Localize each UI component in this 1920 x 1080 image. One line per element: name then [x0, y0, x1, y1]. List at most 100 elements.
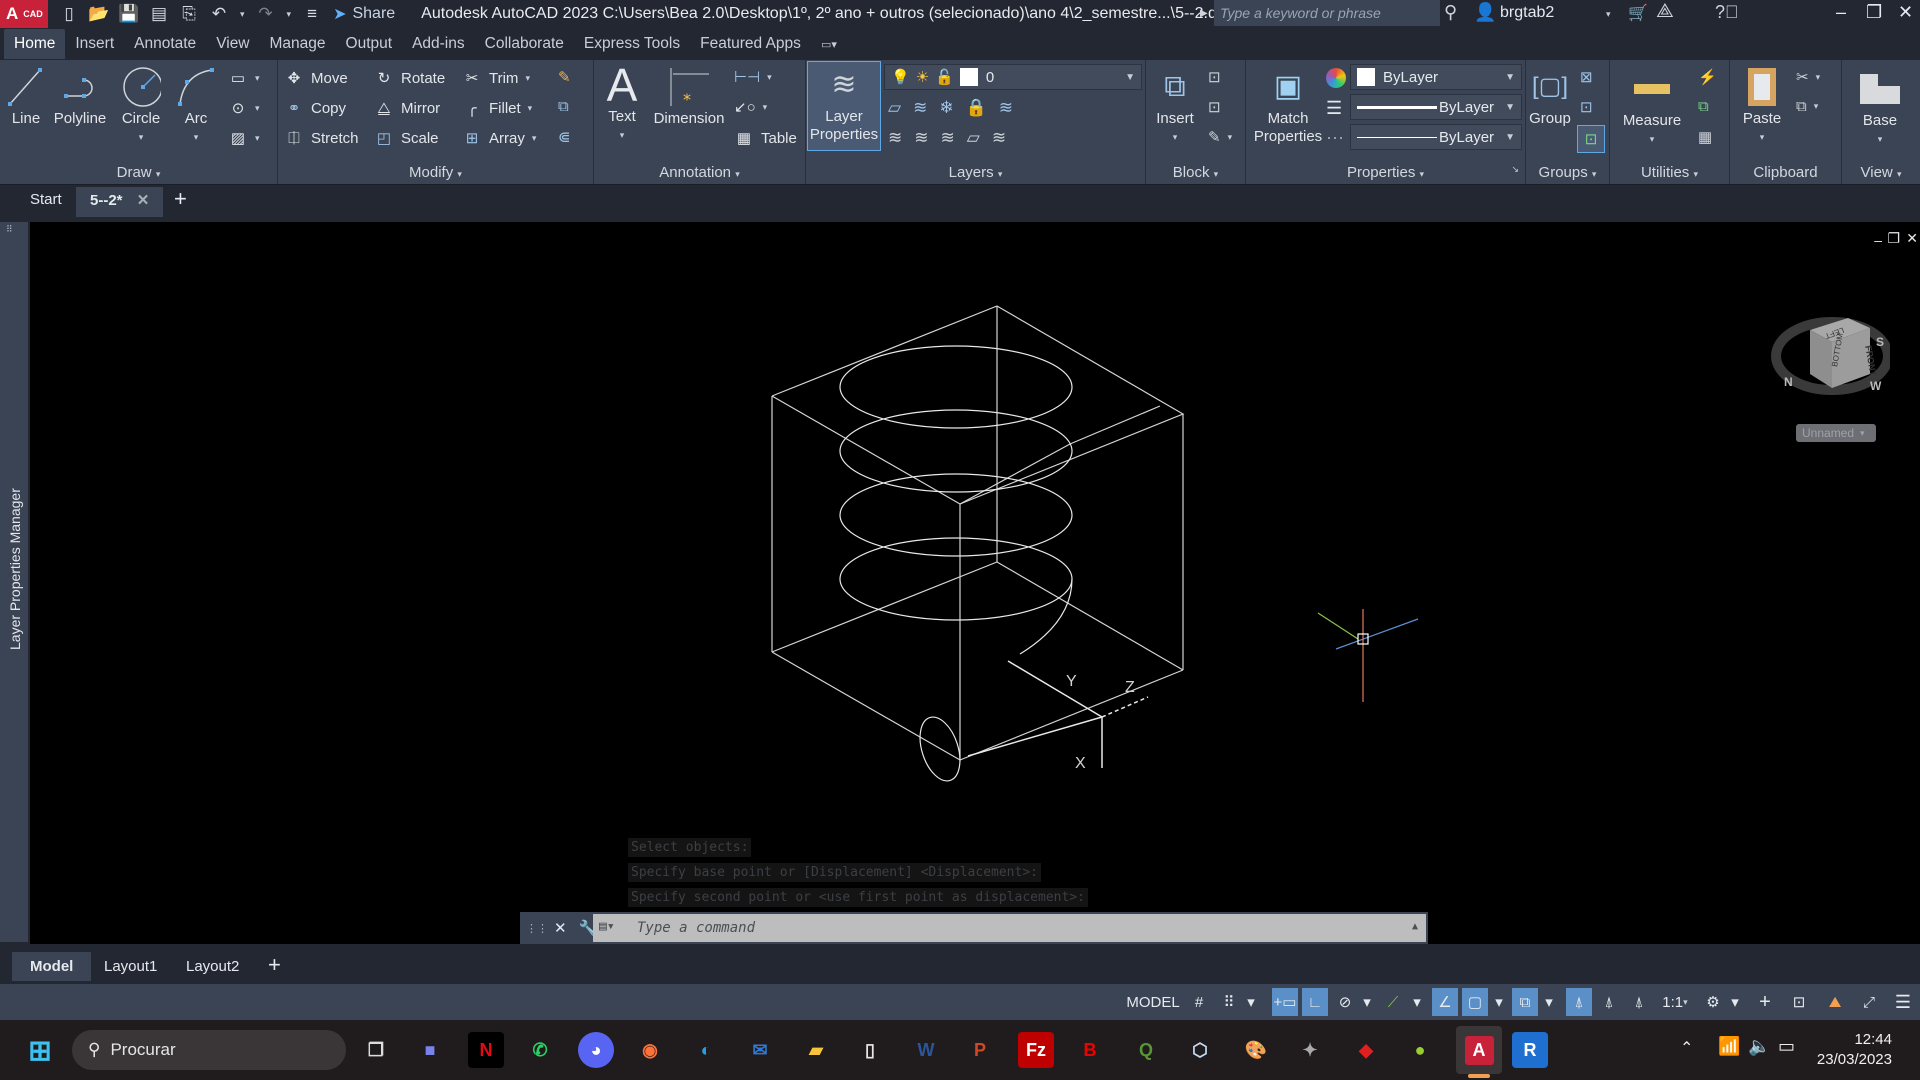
text-button[interactable]: A Text ▾ [602, 62, 642, 144]
tab-model[interactable]: Model [12, 952, 92, 981]
model-space-toggle[interactable]: MODEL [1126, 988, 1180, 1016]
annotation-panel-label[interactable]: Annotation ▾ [594, 164, 805, 181]
ribbon-minimize-toggle[interactable]: ▭▾ [811, 32, 847, 57]
clean-screen-icon[interactable]: ⤢ [1856, 988, 1882, 1016]
vectorworks-icon[interactable]: ● [1402, 1032, 1438, 1068]
help-icon[interactable]: ?⃝ [1715, 2, 1739, 23]
tab-output[interactable]: Output [336, 29, 403, 59]
workspace-dropdown[interactable]: ▾ [1728, 988, 1742, 1016]
move-button[interactable]: ✥ Move [284, 68, 348, 88]
command-grip-icon[interactable]: ⋮⋮ [526, 922, 548, 935]
minimize-window-button[interactable]: – [1836, 2, 1846, 23]
osnap-dropdown[interactable]: ▾ [1492, 988, 1506, 1016]
word-icon[interactable]: W [908, 1032, 944, 1068]
modify-panel-label[interactable]: Modify ▾ [278, 164, 593, 181]
whatsapp-icon[interactable]: ✆ [522, 1032, 558, 1068]
firefox-icon[interactable]: ◉ [632, 1032, 668, 1068]
viewport-restore-button[interactable]: ❐ [1887, 230, 1900, 247]
redo-dropdown[interactable]: ▾ [287, 9, 292, 20]
save-as-icon[interactable]: ▤ [150, 4, 168, 23]
annotation-scale-icon[interactable]: ⍋ [1626, 988, 1652, 1016]
properties-panel-label[interactable]: Properties ▾ ↘ [1246, 164, 1525, 181]
lineweight-dropdown[interactable]: ByLayer ▼ [1350, 94, 1522, 120]
gimp-icon[interactable]: ✦ [1292, 1032, 1328, 1068]
volume-icon[interactable]: 🔈 [1748, 1036, 1770, 1057]
file-explorer-icon[interactable]: ▰ [798, 1032, 834, 1068]
tab-layout2[interactable]: Layout2 [186, 958, 239, 975]
snap-dropdown[interactable]: ▾ [1244, 988, 1258, 1016]
layer-properties-button[interactable]: ≋ Layer Properties [807, 61, 881, 151]
layer-off-icon[interactable]: ⏥ [888, 98, 901, 118]
show-hidden-icons-button[interactable]: ⌃ [1680, 1038, 1693, 1058]
powerpoint-icon[interactable]: P [962, 1032, 998, 1068]
polyline-button[interactable]: Polyline [52, 66, 108, 128]
discord-icon[interactable]: ◕ [578, 1032, 614, 1068]
robot-structural-icon[interactable]: B [1072, 1032, 1108, 1068]
stretch-button[interactable]: ⎅ Stretch [284, 128, 359, 148]
group-button[interactable]: [▢] Group [1528, 66, 1572, 128]
autocad-taskbar-icon[interactable]: A [1456, 1026, 1502, 1074]
ungroup-icon[interactable]: ⊠ [1580, 68, 1593, 86]
edit-block-icon[interactable]: ⊡ [1208, 98, 1221, 116]
sketchup-icon[interactable]: ◆ [1348, 1032, 1384, 1068]
wifi-icon[interactable]: 📶 [1718, 1036, 1740, 1057]
draw-panel-label[interactable]: Draw ▾ [0, 164, 277, 181]
group-edit-icon[interactable]: ⊡ [1580, 98, 1593, 116]
new-file-icon[interactable]: ▯ [60, 4, 78, 23]
hardware-acceleration-icon[interactable]: ⛰ [1822, 988, 1848, 1016]
filezilla-icon[interactable]: Fz [1018, 1032, 1054, 1068]
calculator-icon[interactable]: ▦ [1698, 128, 1712, 146]
groups-panel-label[interactable]: Groups ▾ [1526, 164, 1609, 181]
line-button[interactable]: Line [6, 66, 46, 128]
3dosnap-dropdown[interactable]: ▾ [1542, 988, 1556, 1016]
tab-annotate[interactable]: Annotate [124, 29, 206, 59]
iso-dropdown[interactable]: ▾ [1410, 988, 1424, 1016]
start-tab[interactable]: Start [30, 191, 62, 208]
taskbar-search[interactable]: ⚲ Procurar [72, 1030, 346, 1070]
share-button[interactable]: ➤ Share [333, 4, 395, 24]
drawing-canvas[interactable]: Y Z X – ❐ ✕ Select objects: Specify base… [30, 222, 1920, 944]
layers-panel-label[interactable]: Layers ▾ [806, 164, 1145, 181]
cart-icon[interactable]: 🛒 [1628, 3, 1648, 23]
tab-add-ins[interactable]: Add-ins [402, 29, 475, 59]
offset-icon[interactable]: ⋐ [558, 128, 571, 146]
units-icon[interactable]: ⊡ [1786, 988, 1812, 1016]
3d-object-snap-icon[interactable]: ⧉ [1512, 988, 1538, 1016]
task-view-icon[interactable]: ❐ [358, 1032, 394, 1068]
block-panel-label[interactable]: Block ▾ [1146, 164, 1245, 181]
snap-icon[interactable]: ⠿ [1216, 988, 1242, 1016]
close-tab-icon[interactable]: ✕ [137, 192, 150, 209]
palette-grip-icon[interactable]: ⠿ [6, 224, 13, 235]
system-clock[interactable]: 12:44 23/03/2023 [1817, 1030, 1892, 1070]
layer-unisolate-icon[interactable]: ≋ [914, 128, 928, 148]
recent-commands-icon[interactable]: ▤▾ [599, 919, 615, 934]
edge-icon[interactable]: ◐ [688, 1032, 724, 1068]
drawing-tab-active[interactable]: 5--2* ✕ [76, 187, 164, 217]
create-block-icon[interactable]: ⊡ [1208, 68, 1221, 86]
ellipse-button[interactable]: ⊙ ▾ [228, 98, 260, 118]
open-folder-icon[interactable]: 📂 [88, 4, 109, 23]
polar-dropdown[interactable]: ▾ [1360, 988, 1374, 1016]
polar-tracking-icon[interactable]: ⊘ [1332, 988, 1358, 1016]
color-dropdown[interactable]: ByLayer ▼ [1350, 64, 1522, 90]
autocad-app-menu-button[interactable]: A CAD [0, 0, 48, 28]
layer-lock-icon[interactable]: 🔒 [966, 98, 987, 118]
qgis-icon[interactable]: Q [1128, 1032, 1164, 1068]
search-expand-icon[interactable]: ▶ [1200, 8, 1208, 19]
close-window-button[interactable]: ✕ [1898, 2, 1913, 23]
netflix-icon[interactable]: N [468, 1032, 504, 1068]
utilities-panel-label[interactable]: Utilities ▾ [1610, 164, 1729, 181]
annotation-scale-dropdown[interactable]: 1:1 ▾ [1656, 988, 1694, 1016]
edit-attributes-icon[interactable]: ✎ ▾ [1208, 128, 1232, 146]
layer-on-all-icon[interactable]: ≋ [888, 128, 902, 148]
annotation-monitor-icon[interactable]: + [1752, 988, 1778, 1016]
properties-launcher-icon[interactable]: ↘ [1511, 164, 1519, 175]
base-view-button[interactable]: Base ▾ [1858, 68, 1902, 148]
hatch-button[interactable]: ▨ ▾ [228, 128, 260, 148]
group-selection-toggle[interactable]: ⊡ [1577, 125, 1605, 153]
linear-dimension-icon[interactable]: ⊢⊣ ▾ [734, 68, 772, 86]
select-all-icon[interactable]: ⧉ [1698, 98, 1709, 115]
windows-start-button[interactable]: ⊞ [22, 1032, 58, 1068]
layer-dropdown[interactable]: 💡 ☀ 🔓 0 ▼ [884, 64, 1142, 90]
grid-icon[interactable]: # [1186, 988, 1212, 1016]
